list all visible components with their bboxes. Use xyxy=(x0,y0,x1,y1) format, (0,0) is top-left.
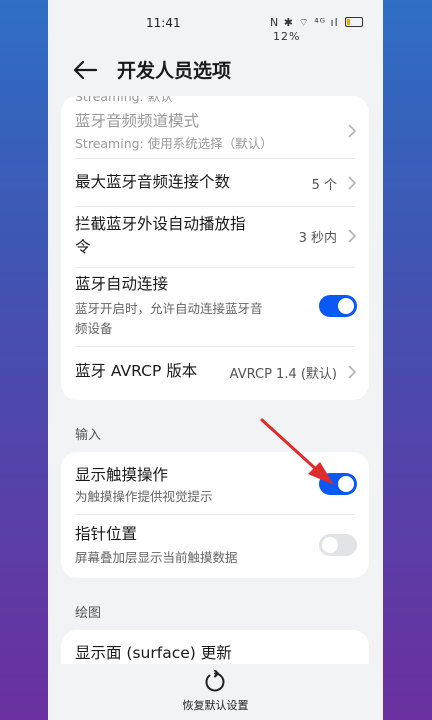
surface-updates-title: 显示面 (surface) 更新 xyxy=(75,644,232,662)
back-arrow-icon[interactable] xyxy=(72,58,98,82)
pointer-location-title: 指针位置 xyxy=(75,525,138,543)
status-icons: N ✱ ⌔ ⁴ᴳ ıl 12% xyxy=(270,16,383,43)
page-title: 开发人员选项 xyxy=(117,60,232,82)
signal-icons: N ✱ ⌔ ⁴ᴳ ıl xyxy=(270,16,339,29)
auto-connect-title: 蓝牙自动连接 xyxy=(75,275,169,293)
toggle-knob xyxy=(338,298,354,314)
pointer-location-subtitle: 屏幕叠加层显示当前触摸数据 xyxy=(75,550,238,565)
max-connections-value: 5 个 xyxy=(311,178,337,193)
pointer-location-row[interactable]: 指针位置 屏幕叠加层显示当前触摸数据 xyxy=(61,515,369,578)
status-bar: 11:41 N ✱ ⌔ ⁴ᴳ ıl 12% xyxy=(48,0,383,44)
battery-percent: 12% xyxy=(273,30,301,43)
phone-screen: 11:41 N ✱ ⌔ ⁴ᴳ ıl 12% 开发人员选项 Streaming: … xyxy=(48,0,383,720)
block-autoplay-row[interactable]: 拦截蓝牙外设自动播放指 令 3 秒内 xyxy=(61,207,369,267)
auto-connect-row[interactable]: 蓝牙自动连接 蓝牙开启时，允许自动连接蓝牙音 频设备 xyxy=(61,268,369,346)
block-autoplay-title-line2: 令 xyxy=(75,238,91,256)
cut-off-subtitle: Streaming: 默认 xyxy=(75,96,173,104)
bottom-action-bar: 恢复默认设置 xyxy=(48,664,383,720)
chevron-right-icon xyxy=(348,124,357,138)
codec-mode-subtitle: Streaming: 使用系统选择（默认） xyxy=(75,136,273,151)
chevron-right-icon xyxy=(348,229,357,243)
max-connections-title: 最大蓝牙音频连接个数 xyxy=(75,173,231,191)
show-taps-title: 显示触摸操作 xyxy=(75,466,169,484)
codec-mode-row[interactable]: 蓝牙音频频道模式 Streaming: 使用系统选择（默认） xyxy=(61,106,369,158)
show-taps-row[interactable]: 显示触摸操作 为触摸操作提供视觉提示 xyxy=(61,452,369,514)
avrcp-version-title: 蓝牙 AVRCP 版本 xyxy=(75,362,198,380)
pointer-location-toggle[interactable] xyxy=(319,534,357,556)
block-autoplay-title-line1: 拦截蓝牙外设自动播放指 xyxy=(75,215,246,233)
status-time: 11:41 xyxy=(146,16,181,30)
toggle-knob xyxy=(322,537,338,553)
cut-off-row: Streaming: 默认 xyxy=(61,96,369,106)
battery-icon xyxy=(345,17,364,27)
show-taps-toggle[interactable] xyxy=(319,473,357,495)
max-connections-row[interactable]: 最大蓝牙音频连接个数 5 个 xyxy=(61,159,369,206)
codec-mode-title: 蓝牙音频频道模式 xyxy=(75,112,200,130)
chevron-right-icon xyxy=(348,365,357,379)
toggle-knob xyxy=(338,476,354,492)
auto-connect-subtitle-line2: 频设备 xyxy=(75,321,113,336)
page-header: 开发人员选项 xyxy=(48,48,383,92)
avrcp-version-row[interactable]: 蓝牙 AVRCP 版本 AVRCP 1.4 (默认) xyxy=(61,347,369,400)
bluetooth-settings-card: Streaming: 默认 蓝牙音频频道模式 Streaming: 使用系统选择… xyxy=(61,96,369,400)
input-settings-card: 显示触摸操作 为触摸操作提供视觉提示 指针位置 屏幕叠加层显示当前触摸数据 xyxy=(61,452,369,578)
avrcp-version-value: AVRCP 1.4 (默认) xyxy=(229,367,337,382)
auto-connect-subtitle-line1: 蓝牙开启时，允许自动连接蓝牙音 xyxy=(75,301,263,316)
section-label-drawing: 绘图 xyxy=(75,606,102,621)
reset-defaults-button[interactable]: 恢复默认设置 xyxy=(48,697,383,713)
section-label-input: 输入 xyxy=(75,428,102,443)
chevron-right-icon xyxy=(348,176,357,190)
block-autoplay-value: 3 秒内 xyxy=(298,231,337,246)
auto-connect-toggle[interactable] xyxy=(319,295,357,317)
show-taps-subtitle: 为触摸操作提供视觉提示 xyxy=(75,489,213,504)
reset-icon[interactable] xyxy=(203,670,227,694)
